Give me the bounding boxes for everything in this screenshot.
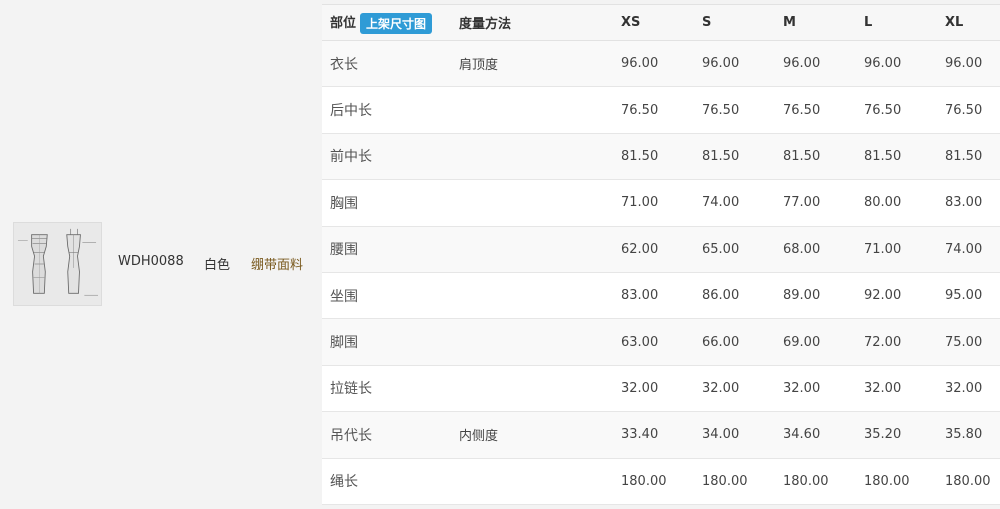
row-part-label: 衣长: [322, 40, 451, 88]
row-part-label: 吊代长: [322, 411, 451, 459]
row-size-value: 96.00: [613, 40, 694, 88]
table-row: 前中长 81.50 81.50 81.50 81.50 81.50: [322, 133, 1000, 181]
row-part-label: 前中长: [322, 133, 451, 181]
row-size-value: 76.50: [613, 86, 694, 134]
row-size-value: 33.40: [613, 411, 694, 459]
row-size-value: 81.50: [694, 133, 775, 181]
product-color: 白色: [204, 258, 231, 273]
row-size-value: 96.00: [937, 40, 1000, 88]
header-part: 部位 上架尺寸图: [322, 4, 451, 41]
dress-sketch-icon: [14, 223, 101, 305]
row-method-label: [451, 272, 613, 320]
row-size-value: 86.00: [694, 272, 775, 320]
row-part-label: 胸围: [322, 179, 451, 227]
row-size-value: 32.00: [613, 365, 694, 413]
row-size-value: 180.00: [613, 458, 694, 505]
table-header-row: 部位 上架尺寸图 度量方法 XS S M L XL: [322, 4, 1000, 41]
row-part-label: 腰围: [322, 226, 451, 273]
row-size-value: 76.50: [775, 86, 856, 134]
row-size-value: 96.00: [694, 40, 775, 88]
row-size-value: 66.00: [694, 318, 775, 366]
row-size-value: 74.00: [937, 226, 1000, 273]
row-size-value: 71.00: [613, 179, 694, 227]
table-row: 后中长 76.50 76.50 76.50 76.50 76.50: [322, 86, 1000, 134]
row-size-value: 74.00: [694, 179, 775, 227]
table-row: 衣长 肩顶度 96.00 96.00 96.00 96.00 96.00: [322, 40, 1000, 88]
product-thumbnail[interactable]: [13, 222, 102, 306]
product-sku: WDH0088: [118, 254, 184, 269]
product-fabric: 绷带面料: [251, 258, 304, 273]
row-size-value: 34.00: [694, 411, 775, 459]
row-size-value: 69.00: [775, 318, 856, 366]
row-size-value: 32.00: [856, 365, 937, 413]
row-size-value: 83.00: [937, 179, 1000, 227]
row-part-label: 拉链长: [322, 365, 451, 413]
table-row: 坐围 83.00 86.00 89.00 92.00 95.00: [322, 272, 1000, 320]
row-size-value: 89.00: [775, 272, 856, 320]
header-size-m: M: [775, 4, 856, 41]
row-size-value: 71.00: [856, 226, 937, 273]
row-part-label: 脚围: [322, 318, 451, 366]
row-size-value: 83.00: [613, 272, 694, 320]
row-size-value: 32.00: [694, 365, 775, 413]
row-method-label: [451, 318, 613, 366]
table-row: 绳长 180.00 180.00 180.00 180.00 180.00: [322, 458, 1000, 505]
header-size-xs: XS: [613, 4, 694, 41]
row-size-value: 180.00: [856, 458, 937, 505]
row-method-label: 肩顶度: [451, 40, 613, 88]
table-row: 吊代长 内侧度 33.40 34.00 34.60 35.20 35.80: [322, 411, 1000, 459]
row-size-value: 80.00: [856, 179, 937, 227]
size-chart-table: 部位 上架尺寸图 度量方法 XS S M L XL 衣长 肩顶度 96.00 96.00…: [322, 4, 1000, 505]
row-size-value: 63.00: [613, 318, 694, 366]
row-size-value: 76.50: [937, 86, 1000, 134]
table-row: 脚围 63.00 66.00 69.00 72.00 75.00: [322, 318, 1000, 366]
row-size-value: 34.60: [775, 411, 856, 459]
row-method-label: [451, 226, 613, 273]
row-method-label: [451, 458, 613, 505]
product-cell: WDH0088 白色 绷带面料: [0, 0, 314, 509]
row-part-label: 绳长: [322, 458, 451, 505]
row-size-value: 95.00: [937, 272, 1000, 320]
row-size-value: 76.50: [856, 86, 937, 134]
row-size-value: 62.00: [613, 226, 694, 273]
header-size-l: L: [856, 4, 937, 41]
row-size-value: 81.50: [856, 133, 937, 181]
row-method-label: [451, 179, 613, 227]
row-size-value: 180.00: [775, 458, 856, 505]
row-method-label: 内侧度: [451, 411, 613, 459]
header-part-label: 部位: [330, 15, 357, 31]
row-size-value: 180.00: [694, 458, 775, 505]
table-row: 胸围 71.00 74.00 77.00 80.00 83.00: [322, 179, 1000, 227]
header-size-s: S: [694, 4, 775, 41]
header-method: 度量方法: [451, 4, 613, 41]
row-size-value: 81.50: [775, 133, 856, 181]
row-size-value: 81.50: [613, 133, 694, 181]
table-row: 腰围 62.00 65.00 68.00 71.00 74.00: [322, 226, 1000, 273]
row-method-label: [451, 86, 613, 134]
table-row: 拉链长 32.00 32.00 32.00 32.00 32.00: [322, 365, 1000, 413]
size-chart-badge-button[interactable]: 上架尺寸图: [360, 12, 433, 34]
row-method-label: [451, 133, 613, 181]
row-size-value: 72.00: [856, 318, 937, 366]
row-size-value: 68.00: [775, 226, 856, 273]
row-size-value: 65.00: [694, 226, 775, 273]
row-size-value: 92.00: [856, 272, 937, 320]
row-size-value: 32.00: [775, 365, 856, 413]
row-size-value: 96.00: [775, 40, 856, 88]
row-method-label: [451, 365, 613, 413]
header-size-xl: XL: [937, 4, 1000, 41]
row-size-value: 75.00: [937, 318, 1000, 366]
row-size-value: 77.00: [775, 179, 856, 227]
row-size-value: 35.20: [856, 411, 937, 459]
row-size-value: 76.50: [694, 86, 775, 134]
row-size-value: 32.00: [937, 365, 1000, 413]
row-part-label: 后中长: [322, 86, 451, 134]
row-size-value: 35.80: [937, 411, 1000, 459]
row-size-value: 96.00: [856, 40, 937, 88]
row-size-value: 81.50: [937, 133, 1000, 181]
row-part-label: 坐围: [322, 272, 451, 320]
row-size-value: 180.00: [937, 458, 1000, 505]
